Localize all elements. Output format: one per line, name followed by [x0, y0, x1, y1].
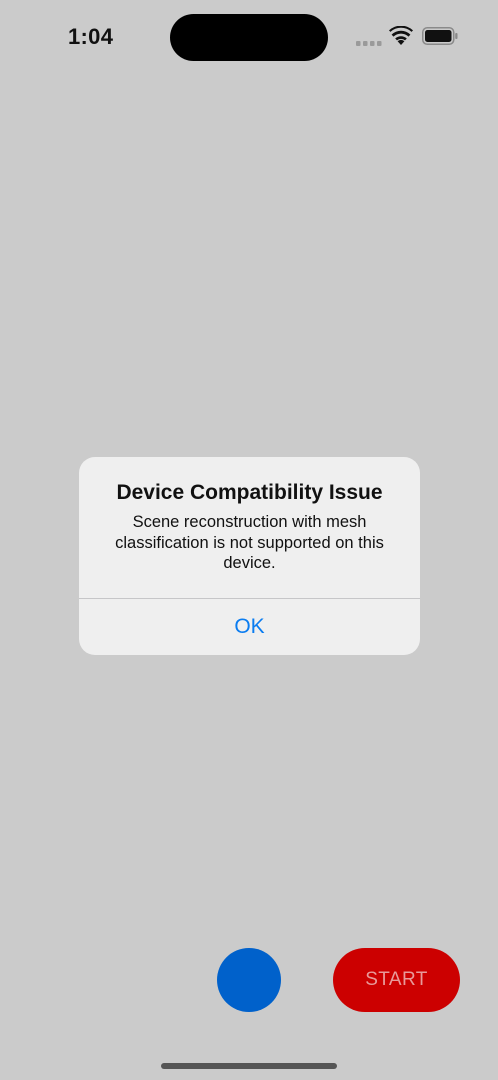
battery-icon	[422, 27, 458, 45]
cellular-signal-icon	[356, 41, 382, 46]
alert-title: Device Compatibility Issue	[116, 481, 383, 504]
alert-message: Scene reconstruction with mesh classific…	[115, 513, 384, 572]
start-button[interactable]: START	[333, 948, 460, 1012]
compatibility-alert-dialog: Device Compatibility Issue Scene reconst…	[79, 457, 420, 655]
record-button[interactable]	[217, 948, 281, 1012]
dynamic-island	[170, 14, 328, 61]
home-indicator[interactable]	[161, 1063, 337, 1069]
wifi-icon	[389, 26, 413, 45]
status-time: 1:04	[68, 24, 114, 49]
alert-ok-button[interactable]: OK	[79, 599, 420, 655]
